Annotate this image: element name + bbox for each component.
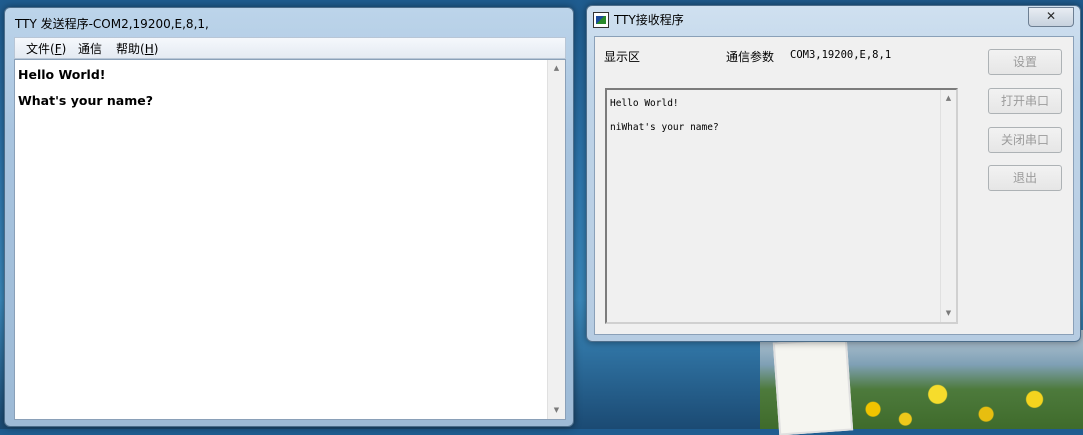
sender-text-editor[interactable]: Hello World! What's your name? ▲ ▼: [14, 59, 566, 420]
display-line: niWhat's your name?: [610, 122, 719, 133]
receiver-client-area: 显示区 通信参数 COM3,19200,E,8,1 Hello World! n…: [594, 36, 1074, 335]
menu-communication[interactable]: 通信: [78, 40, 102, 57]
app-icon: [593, 12, 609, 28]
menu-file-label: 文件(: [26, 42, 55, 56]
menu-help-suffix: ): [153, 42, 159, 56]
display-scrollbar[interactable]: ▲ ▼: [940, 90, 956, 322]
settings-button[interactable]: 设置: [988, 49, 1062, 75]
exit-button[interactable]: 退出: [988, 165, 1062, 191]
scroll-up-arrow-icon[interactable]: ▲: [941, 90, 956, 107]
editor-scrollbar[interactable]: ▲ ▼: [547, 60, 565, 419]
comm-params-label: 通信参数: [726, 50, 775, 64]
scroll-down-arrow-icon[interactable]: ▼: [941, 305, 956, 322]
scroll-up-arrow-icon[interactable]: ▲: [548, 60, 565, 77]
comm-params-value: COM3,19200,E,8,1: [790, 49, 892, 61]
close-icon: ✕: [1045, 9, 1057, 23]
menu-file[interactable]: 文件(F): [26, 40, 66, 57]
open-port-button[interactable]: 打开串口: [988, 88, 1062, 114]
menu-communication-label: 通信: [78, 42, 103, 56]
display-line: Hello World!: [610, 98, 679, 109]
sender-menubar: 文件(F) 通信 帮助(H): [14, 37, 566, 59]
menu-file-suffix: ): [61, 42, 67, 56]
scroll-down-arrow-icon[interactable]: ▼: [548, 402, 565, 419]
sender-window-title: TTY 发送程序-COM2,19200,E,8,1,: [15, 17, 209, 31]
editor-line: What's your name?: [18, 93, 153, 108]
menu-file-accesskey: F: [54, 42, 62, 56]
close-button[interactable]: ✕: [1028, 7, 1074, 27]
display-area-label: 显示区: [604, 50, 641, 64]
menu-help-accesskey: H: [144, 42, 154, 56]
menu-help-label: 帮助(: [116, 42, 145, 56]
sender-titlebar[interactable]: TTY 发送程序-COM2,19200,E,8,1,: [15, 13, 209, 33]
receiver-window-title: TTY接收程序: [614, 13, 684, 27]
sender-window: TTY 发送程序-COM2,19200,E,8,1, 文件(F) 通信 帮助(H…: [4, 7, 574, 427]
editor-line: Hello World!: [18, 67, 106, 82]
receiver-window: TTY接收程序 ✕ 显示区 通信参数 COM3,19200,E,8,1 Hell…: [586, 5, 1081, 342]
wallpaper-photo-frame: [772, 337, 854, 435]
receive-display-box[interactable]: Hello World! niWhat's your name? ▲ ▼: [605, 88, 958, 324]
menu-help[interactable]: 帮助(H): [116, 40, 158, 57]
close-port-button[interactable]: 关闭串口: [988, 127, 1062, 153]
